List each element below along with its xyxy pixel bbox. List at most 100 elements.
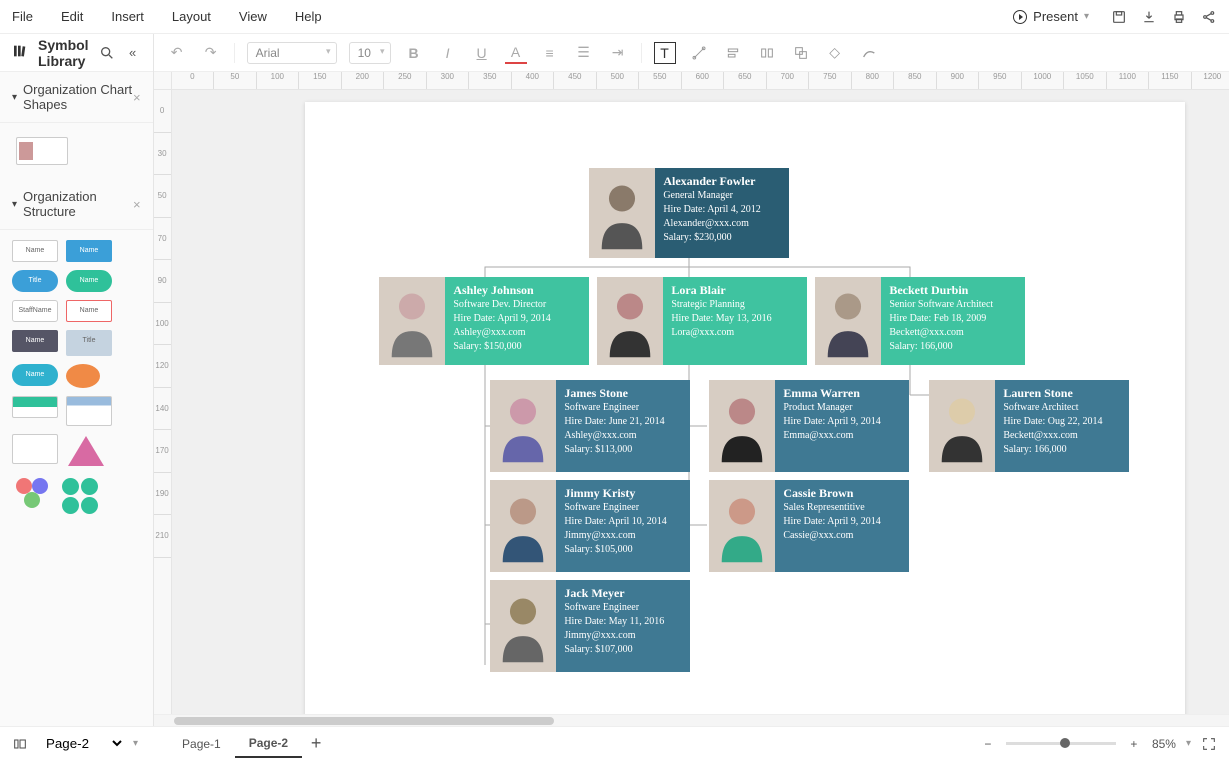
menu-file[interactable]: File (12, 9, 33, 24)
page-tab-2[interactable]: Page-2 (235, 730, 302, 758)
group-button[interactable] (790, 42, 812, 64)
zoom-in-button[interactable]: + (1126, 736, 1142, 752)
section-label: Organization Structure (23, 189, 133, 219)
shape-table[interactable] (12, 396, 58, 418)
download-icon[interactable] (1141, 9, 1157, 25)
save-icon[interactable] (1111, 9, 1127, 25)
undo-button[interactable]: ↶ (166, 42, 188, 64)
card-hire: Hire Date: May 11, 2016 (564, 615, 664, 629)
close-section-icon[interactable]: × (133, 90, 141, 105)
card-email: Jimmy@xxx.com (564, 629, 664, 643)
close-section-icon[interactable]: × (133, 197, 141, 212)
card-photo (929, 380, 995, 472)
shapes-orgstructure: Name Name Title Name StaffName Name Name… (0, 230, 153, 538)
card-name: Ashley Johnson (453, 283, 550, 298)
card-name: James Stone (564, 386, 664, 401)
menu-insert[interactable]: Insert (111, 9, 144, 24)
fullscreen-icon[interactable] (1201, 736, 1217, 752)
card-hire: Hire Date: April 9, 2014 (783, 515, 880, 529)
page-select[interactable]: Page-2 (36, 731, 125, 756)
share-icon[interactable] (1201, 9, 1217, 25)
distribute-button[interactable] (756, 42, 778, 64)
menu-help[interactable]: Help (295, 9, 322, 24)
print-icon[interactable] (1171, 9, 1187, 25)
shape-table2[interactable] (66, 396, 112, 426)
shape-4circles[interactable] (62, 478, 98, 514)
org-card[interactable]: Beckett Durbin Senior Software Architect… (815, 277, 1025, 365)
org-card[interactable]: Emma Warren Product Manager Hire Date: A… (709, 380, 909, 472)
fill-button[interactable]: ◇ (824, 42, 846, 64)
shape-pill-teal[interactable]: Name (12, 364, 58, 386)
org-card[interactable]: Cassie Brown Sales Representitive Hire D… (709, 480, 909, 572)
org-card[interactable]: Jimmy Kristy Software Engineer Hire Date… (490, 480, 690, 572)
zoom-out-button[interactable]: − (980, 736, 996, 752)
shape-triangle[interactable] (68, 436, 104, 466)
list-button[interactable]: ☰ (573, 42, 595, 64)
zoom-slider[interactable] (1006, 742, 1116, 745)
shape-pill-green[interactable]: Name (66, 270, 112, 292)
stroke-button[interactable] (858, 42, 880, 64)
org-card[interactable]: Jack Meyer Software Engineer Hire Date: … (490, 580, 690, 672)
horizontal-scrollbar[interactable] (154, 714, 1229, 726)
card-title: Sales Representitive (783, 501, 880, 515)
shape-group[interactable]: Title (66, 330, 112, 356)
text-tool-button[interactable]: T (654, 42, 676, 64)
redo-button[interactable]: ↷ (200, 42, 222, 64)
align-shapes-button[interactable] (722, 42, 744, 64)
add-page-button[interactable]: + (308, 736, 324, 752)
shape-box-dark[interactable]: Name (12, 330, 58, 352)
shape-box[interactable]: Name (12, 240, 58, 262)
shape-rounded[interactable]: StaffName (12, 300, 58, 322)
card-title: Product Manager (783, 401, 880, 415)
outline-icon[interactable] (12, 736, 28, 752)
shape-venn[interactable] (14, 478, 50, 508)
menu-edit[interactable]: Edit (61, 9, 83, 24)
indent-button[interactable]: ⇥ (607, 42, 629, 64)
sidebar-section-orgchart[interactable]: ▾ Organization Chart Shapes × (0, 72, 153, 123)
shape-pill-blue[interactable]: Title (12, 270, 58, 292)
text-color-button[interactable]: A (505, 42, 527, 64)
search-icon[interactable] (99, 45, 115, 61)
card-photo (589, 168, 655, 258)
org-card[interactable]: James Stone Software Engineer Hire Date:… (490, 380, 690, 472)
org-card[interactable]: Ashley Johnson Software Dev. Director Hi… (379, 277, 589, 365)
align-button[interactable]: ≡ (539, 42, 561, 64)
card-hire: Hire Date: Oug 22, 2014 (1003, 415, 1102, 429)
org-card-root[interactable]: Alexander Fowler General Manager Hire Da… (589, 168, 789, 258)
sidebar-section-orgstructure[interactable]: ▾ Organization Structure × (0, 179, 153, 230)
card-title: Software Dev. Director (453, 298, 550, 312)
card-name: Emma Warren (783, 386, 880, 401)
canvas[interactable]: Alexander Fowler General Manager Hire Da… (172, 90, 1229, 714)
card-email: Ashley@xxx.com (564, 429, 664, 443)
card-email: Cassie@xxx.com (783, 529, 880, 543)
menu-layout[interactable]: Layout (172, 9, 211, 24)
card-photo (490, 380, 556, 472)
status-bar: Page-2 ▾ Page-1 Page-2 + − + 85% ▾ (0, 726, 1229, 760)
card-photo (815, 277, 881, 365)
italic-button[interactable]: I (437, 42, 459, 64)
card-hire: Hire Date: June 21, 2014 (564, 415, 664, 429)
card-hire: Hire Date: April 9, 2014 (453, 312, 550, 326)
org-card[interactable]: Lauren Stone Software Architect Hire Dat… (929, 380, 1129, 472)
sidebar-title: Symbol Library (38, 37, 89, 69)
present-label: Present (1033, 9, 1078, 24)
card-email: Beckett@xxx.com (889, 326, 993, 340)
connector-button[interactable] (688, 42, 710, 64)
card-email: Alexander@xxx.com (663, 217, 760, 231)
shape-oval-orange[interactable] (66, 364, 100, 388)
shape-card-photo[interactable] (16, 137, 68, 165)
menu-view[interactable]: View (239, 9, 267, 24)
fontsize-select[interactable]: 10 (349, 42, 391, 64)
shape-box-red[interactable]: Name (66, 300, 112, 322)
bold-button[interactable]: B (403, 42, 425, 64)
shape-plain[interactable] (12, 434, 58, 464)
underline-button[interactable]: U (471, 42, 493, 64)
collapse-sidebar-icon[interactable]: « (125, 45, 141, 61)
card-hire: Hire Date: April 10, 2014 (564, 515, 666, 529)
page-tab-1[interactable]: Page-1 (168, 731, 235, 757)
font-select[interactable]: Arial (247, 42, 337, 64)
org-card[interactable]: Lora Blair Strategic Planning Hire Date:… (597, 277, 807, 365)
page[interactable]: Alexander Fowler General Manager Hire Da… (305, 102, 1185, 714)
present-button[interactable]: Present ▾ (1005, 5, 1097, 28)
shape-box-blue[interactable]: Name (66, 240, 112, 262)
